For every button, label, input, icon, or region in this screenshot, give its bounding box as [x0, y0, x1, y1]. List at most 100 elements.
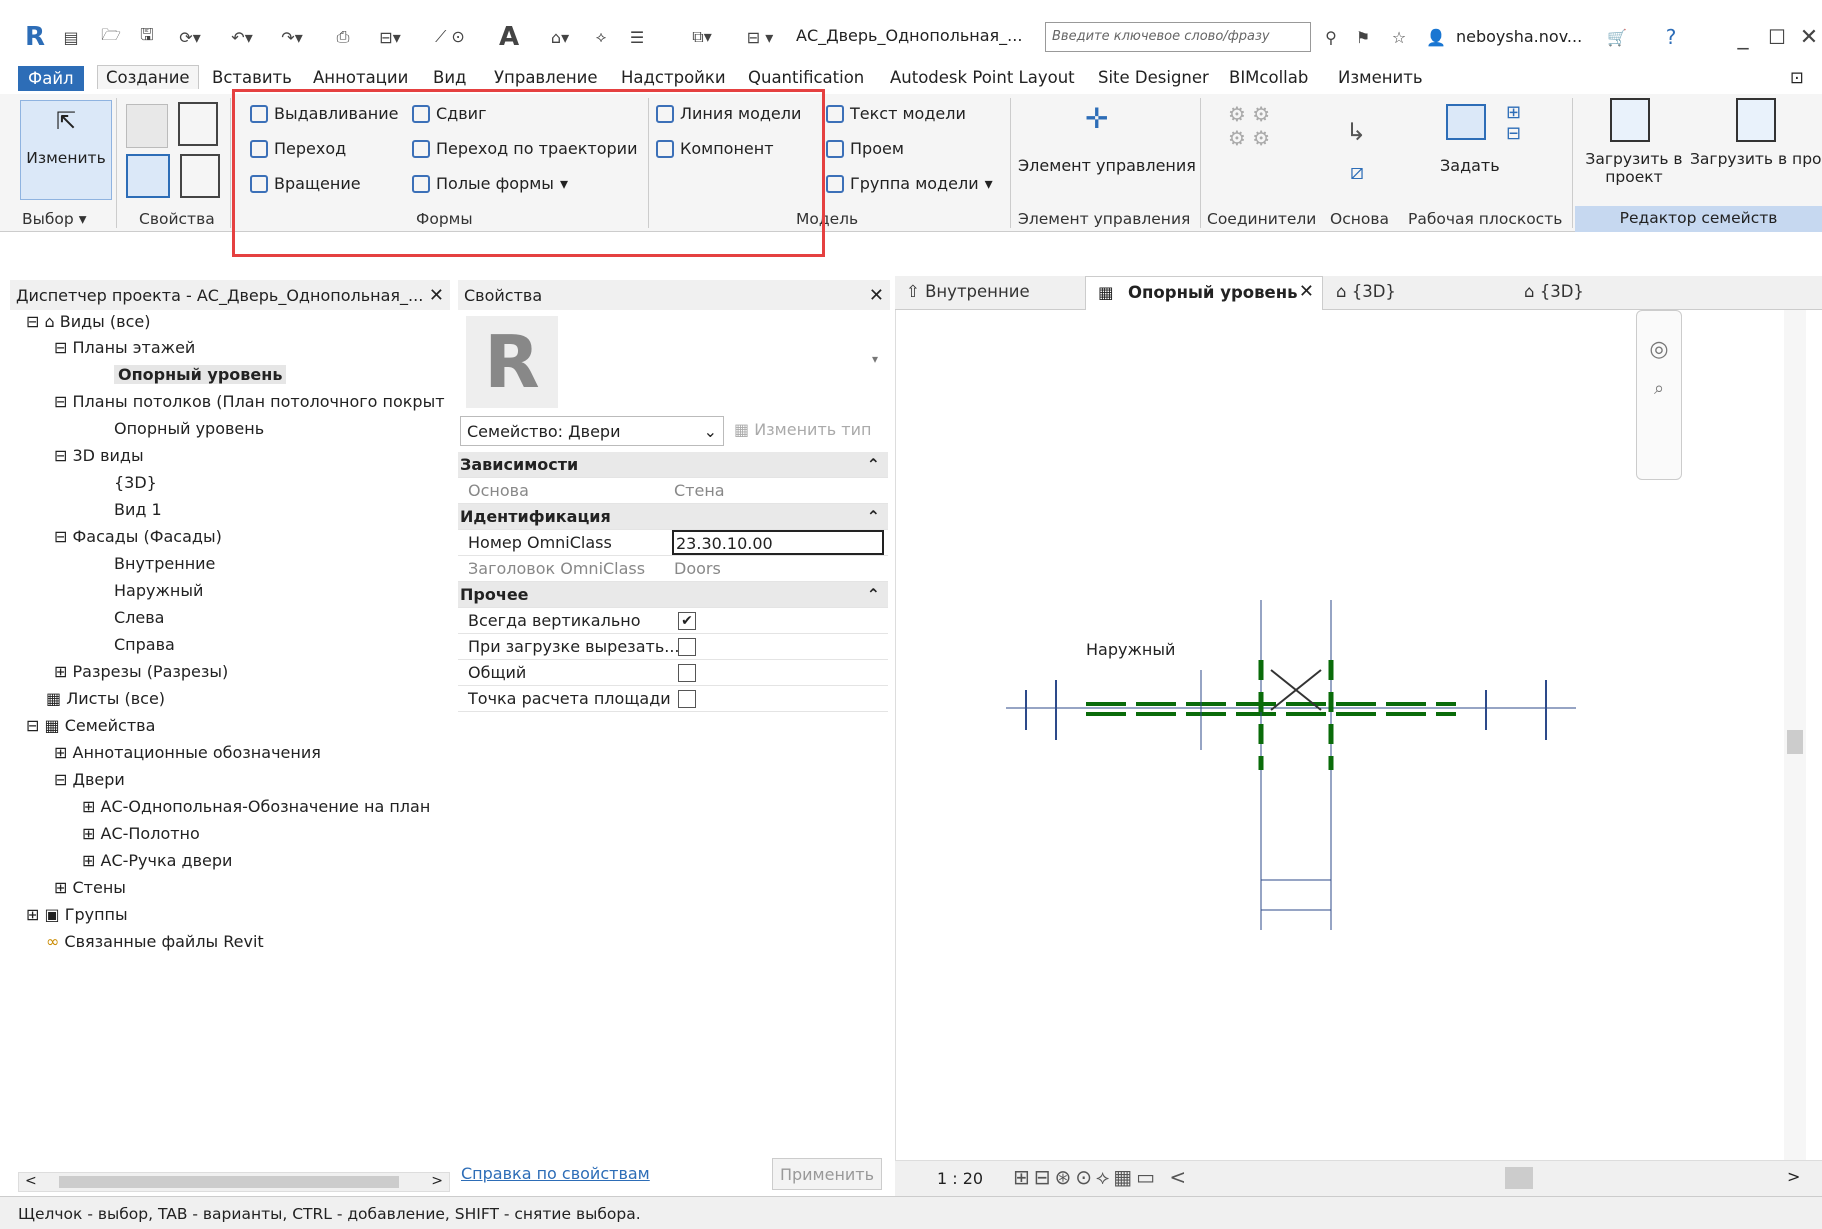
tree-view1[interactable]: Вид 1 [114, 500, 162, 519]
tab-create[interactable]: Создание [97, 65, 199, 89]
tab-site-designer[interactable]: Site Designer [1098, 68, 1209, 87]
load-and-close-button[interactable]: Загрузить в проект и закрыть [1690, 150, 1822, 168]
tab-bimcollab[interactable]: BIMcollab [1229, 68, 1308, 87]
tab-quantification[interactable]: Quantification [748, 68, 864, 87]
tree-floor-plans[interactable]: ⊟ Планы этажей [54, 338, 195, 357]
type-properties-icon[interactable] [180, 154, 220, 198]
star-icon[interactable]: ☆ [1386, 22, 1412, 52]
vertical-scroll-thumb[interactable] [1787, 730, 1803, 754]
tree-elevations[interactable]: ⊟ Фасады (Фасады) [54, 527, 222, 546]
tree-door-panel[interactable]: ⊞ АС-Полотно [82, 824, 200, 843]
sync-icon[interactable]: ⟳▾ [170, 22, 210, 52]
tab-addins[interactable]: Надстройки [621, 68, 726, 87]
tree-sheets[interactable]: ▦ Листы (все) [46, 689, 165, 708]
model-group-button[interactable]: Группа модели ▾ [826, 174, 993, 193]
scroll-left-icon[interactable]: < [25, 1173, 37, 1189]
redo-icon[interactable]: ↷▾ [272, 22, 312, 52]
tab-annotate[interactable]: Аннотации [313, 68, 408, 87]
print-icon[interactable]: ⎙ [330, 22, 356, 52]
subscription-icon[interactable]: ⚑ [1350, 22, 1376, 52]
view-controls-icon[interactable]: ⊞⊟⊛⊙⟡▦▭ < [1013, 1165, 1190, 1189]
undo-icon[interactable]: ↶▾ [222, 22, 262, 52]
section-constraints[interactable]: Зависимости ⌃ [458, 452, 888, 478]
tree-walls[interactable]: ⊞ Стены [54, 878, 126, 897]
tree-ceiling-plans[interactable]: ⊟ Планы потолков (План потолочного покры… [54, 392, 445, 411]
tree-groups[interactable]: ⊞ ▣ Группы [26, 905, 128, 924]
tree-annotation[interactable]: ⊞ Аннотационные обозначения [54, 743, 321, 762]
browser-scrollbar[interactable]: < > [18, 1172, 450, 1192]
help-icon[interactable]: ? [1656, 22, 1686, 52]
tree-families[interactable]: ⊟ ▦ Семейства [26, 716, 155, 735]
tree-interior[interactable]: Внутренние [114, 554, 215, 573]
dimension-icon[interactable]: ⟋ ⊙ [420, 22, 480, 52]
switch-windows-icon[interactable]: ⧉▾ [682, 22, 722, 52]
tree-doors[interactable]: ⊟ Двери [54, 770, 125, 789]
scroll-right-canvas-icon[interactable]: > [1787, 1167, 1800, 1186]
close-icon[interactable]: ✕ [1796, 22, 1822, 52]
binoculars-icon[interactable]: ⚲ [1318, 22, 1344, 52]
type-selector-dropdown-icon[interactable]: ▾ [872, 352, 878, 366]
always-vertical-checkbox[interactable]: ✔ [678, 612, 696, 630]
app-menu-icon[interactable]: ▤ [60, 22, 82, 52]
tab-file[interactable]: Файл [18, 66, 84, 91]
section-icon[interactable]: ⟡ [586, 22, 616, 52]
revit-logo-icon[interactable]: R [22, 22, 48, 52]
user-name[interactable]: neboysha.nov... [1456, 27, 1582, 46]
area-point-checkbox[interactable] [678, 690, 696, 708]
reference-line-icon[interactable]: ↳ [1346, 118, 1366, 146]
maximize-icon[interactable]: ☐ [1764, 22, 1790, 52]
tab-ref-level[interactable]: ▦ Опорный уровень ✕ [1085, 276, 1323, 310]
close-browser-icon[interactable]: ✕ [429, 285, 444, 306]
tab-view[interactable]: Вид [433, 68, 466, 87]
user-icon[interactable]: 👤 [1424, 22, 1448, 52]
vertical-scrollbar[interactable] [1784, 310, 1806, 1170]
section-identity[interactable]: Идентификация ⌃ [458, 504, 888, 530]
set-button[interactable]: Задать [1440, 156, 1500, 175]
minimize-icon[interactable]: _ [1730, 22, 1756, 52]
shared-checkbox[interactable] [678, 664, 696, 682]
zoom-icon[interactable]: ⌕ [1637, 378, 1681, 399]
tree-sections[interactable]: ⊞ Разрезы (Разрезы) [54, 662, 228, 681]
tree-exterior[interactable]: Наружный [114, 581, 203, 600]
thin-lines-icon[interactable]: ☰ [622, 22, 652, 52]
family-selector[interactable]: Семейство: Двери ⌄ [460, 416, 724, 446]
connectors-icon[interactable]: ⚙ ⚙ ⚙ ⚙ [1228, 102, 1288, 182]
tab-insert[interactable]: Вставить [212, 68, 292, 87]
load-into-project-button[interactable]: Загрузить в проект [1576, 150, 1692, 186]
tree-door-plan-symbol[interactable]: ⊞ АС-Однопольная-Обозначение на план [82, 797, 430, 816]
tab-interior[interactable]: ⇧ Внутренние [906, 282, 1030, 301]
cart-icon[interactable]: 🛒 [1604, 22, 1630, 52]
customize-icon[interactable]: ⊟ ▾ [740, 22, 780, 52]
tree-3d[interactable]: {3D} [114, 473, 157, 492]
3d-view-icon[interactable]: ⌂▾ [540, 22, 580, 52]
tree-3d-views[interactable]: ⊟ 3D виды [54, 446, 144, 465]
tab-modify[interactable]: Изменить [1338, 68, 1423, 87]
close-tab-icon[interactable]: ✕ [1299, 281, 1314, 302]
opening-button[interactable]: Проем [826, 139, 904, 158]
properties-icon[interactable] [126, 154, 170, 198]
text-icon[interactable]: A [496, 22, 522, 52]
ribbon-toggle-icon[interactable]: ⊡ [1790, 68, 1804, 87]
select-dropdown[interactable]: Выбор ▾ [22, 210, 86, 228]
tab-point-layout[interactable]: Autodesk Point Layout [890, 68, 1075, 87]
family-types-icon[interactable] [178, 102, 218, 146]
scroll-right-icon[interactable]: > [431, 1173, 443, 1189]
tree-ref-level-ceiling[interactable]: Опорный уровень [114, 419, 264, 438]
scroll-thumb[interactable] [59, 1176, 399, 1188]
tree-ref-level-floor[interactable]: Опорный уровень [114, 365, 287, 384]
family-category-icon[interactable] [126, 104, 168, 148]
control-button[interactable]: Элемент управления [1018, 156, 1196, 175]
search-input[interactable]: Введите ключевое слово/фразу [1045, 22, 1311, 52]
drawing-canvas[interactable]: Наружный ◎ ⌕ [895, 310, 1813, 1175]
horizontal-scroll-thumb[interactable] [1505, 1167, 1533, 1189]
tab-manage[interactable]: Управление [494, 68, 598, 87]
show-workplane-icon[interactable]: ⊞ ⊟ [1506, 102, 1521, 144]
apply-button[interactable]: Применить [772, 1158, 882, 1190]
tree-door-handle[interactable]: ⊞ АС-Ручка двери [82, 851, 232, 870]
model-text-button[interactable]: Текст модели [826, 104, 966, 123]
steering-wheel-icon[interactable]: ◎ [1637, 337, 1681, 362]
omniclass-number-input[interactable]: 23.30.10.00 [672, 530, 884, 555]
tree-right[interactable]: Справа [114, 635, 175, 654]
modify-button[interactable]: ⇱ Изменить [20, 100, 112, 200]
close-properties-icon[interactable]: ✕ [869, 285, 884, 306]
